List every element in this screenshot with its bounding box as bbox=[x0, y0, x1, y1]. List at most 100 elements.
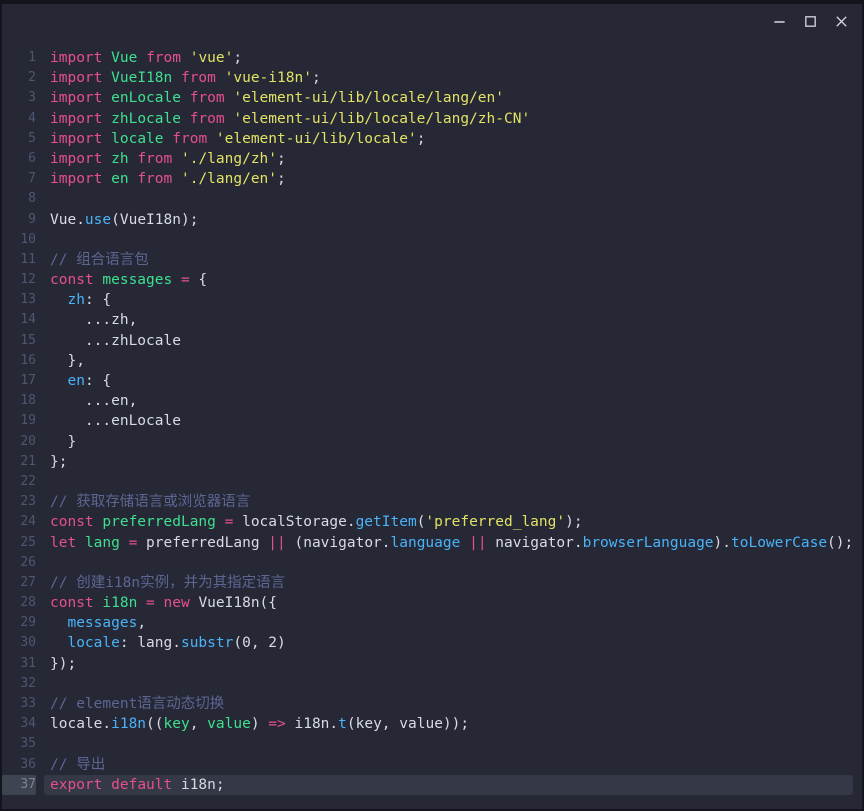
line-number[interactable]: 22 bbox=[2, 472, 36, 492]
code-line-text[interactable]: }; bbox=[44, 452, 853, 472]
token-pln: : { bbox=[84, 373, 112, 389]
code-line-text[interactable]: const i18n = new VueI18n({ bbox=[44, 593, 853, 613]
line-number[interactable]: 11 bbox=[2, 250, 36, 270]
line-number[interactable]: 7 bbox=[2, 169, 36, 189]
line-number[interactable]: 35 bbox=[2, 734, 36, 754]
minimize-icon bbox=[772, 14, 787, 29]
code-line-text[interactable]: messages, bbox=[44, 613, 853, 633]
line-number[interactable]: 2 bbox=[2, 68, 36, 88]
code-line-text[interactable]: }, bbox=[44, 351, 853, 371]
code-line-text[interactable]: locale.i18n((key, value) => i18n.t(key, … bbox=[44, 714, 853, 734]
code-line: 25 let lang = preferredLang || (navigator… bbox=[2, 533, 862, 553]
code-line-text[interactable]: import enLocale from 'element-ui/lib/loc… bbox=[44, 88, 853, 108]
code-line-text[interactable]: Vue.use(VueI18n); bbox=[44, 210, 853, 230]
line-number[interactable]: 21 bbox=[2, 452, 36, 472]
code-line-text[interactable]: import Vue from 'vue'; bbox=[44, 48, 853, 68]
token-kw: const bbox=[50, 514, 94, 531]
line-number[interactable]: 19 bbox=[2, 411, 36, 431]
line-number[interactable]: 27 bbox=[2, 573, 36, 593]
code-line-text[interactable]: let lang = preferredLang || (navigator.l… bbox=[44, 533, 853, 553]
code-line-text[interactable] bbox=[44, 189, 853, 209]
token-pln bbox=[181, 90, 190, 106]
line-number[interactable]: 6 bbox=[2, 149, 36, 169]
line-number[interactable]: 3 bbox=[2, 88, 36, 108]
line-number[interactable]: 34 bbox=[2, 714, 36, 734]
line-number[interactable]: 1 bbox=[2, 48, 36, 68]
code-line-text[interactable]: // element语言动态切换 bbox=[44, 694, 853, 714]
line-number[interactable]: 20 bbox=[2, 432, 36, 452]
code-line-text[interactable]: const messages = { bbox=[44, 270, 853, 290]
code-line-text[interactable] bbox=[44, 734, 853, 754]
line-number[interactable]: 23 bbox=[2, 492, 36, 512]
code-line-text[interactable] bbox=[44, 674, 853, 694]
token-pln bbox=[102, 50, 111, 66]
line-number[interactable]: 9 bbox=[2, 210, 36, 230]
line-number[interactable]: 36 bbox=[2, 755, 36, 775]
code-line-text[interactable]: ...en, bbox=[44, 391, 853, 411]
line-number[interactable]: 28 bbox=[2, 593, 36, 613]
close-button[interactable] bbox=[833, 13, 850, 30]
code-line-text[interactable]: import en from './lang/en'; bbox=[44, 169, 853, 189]
code-line-text[interactable]: en: { bbox=[44, 371, 853, 391]
code-line-text[interactable] bbox=[44, 230, 853, 250]
token-kw: from bbox=[137, 150, 173, 167]
token-pln: ; bbox=[416, 130, 426, 147]
code-line-text[interactable]: import zh from './lang/zh'; bbox=[44, 149, 853, 169]
code-line-text[interactable]: locale: lang.substr(0, 2) bbox=[44, 633, 853, 653]
code-line-text[interactable]: // 导出 bbox=[44, 755, 853, 775]
line-number[interactable]: 32 bbox=[2, 674, 36, 694]
line-number[interactable]: 5 bbox=[2, 129, 36, 149]
token-pln: { bbox=[189, 272, 208, 289]
code-line: 3 import enLocale from 'element-ui/lib/lo… bbox=[2, 88, 862, 108]
code-line-text[interactable]: const preferredLang = localStorage.getIt… bbox=[44, 512, 853, 532]
line-number[interactable]: 33 bbox=[2, 694, 36, 714]
code-line-text[interactable]: import locale from 'element-ui/lib/local… bbox=[44, 129, 853, 149]
maximize-button[interactable] bbox=[802, 13, 819, 30]
minimize-button[interactable] bbox=[771, 13, 788, 30]
code-line-text[interactable]: } bbox=[44, 432, 853, 452]
token-kw: = bbox=[180, 272, 190, 289]
code-line-text[interactable] bbox=[44, 472, 853, 492]
close-icon bbox=[834, 14, 849, 29]
token-kw: from bbox=[180, 70, 216, 87]
code-line: 11 // 组合语言包 bbox=[2, 250, 862, 270]
token-pln: (key, value)); bbox=[346, 716, 470, 733]
line-number[interactable]: 26 bbox=[2, 553, 36, 573]
line-number[interactable]: 24 bbox=[2, 512, 36, 532]
code-line-text[interactable]: zh: { bbox=[44, 290, 853, 310]
code-line-text[interactable]: // 获取存储语言或浏览器语言 bbox=[44, 492, 853, 512]
token-str: 'vue' bbox=[189, 50, 234, 66]
line-number[interactable]: 31 bbox=[2, 654, 36, 674]
line-number[interactable]: 18 bbox=[2, 391, 36, 411]
code-line-text[interactable]: // 创建i18n实例，并为其指定语言 bbox=[44, 573, 853, 593]
line-number[interactable]: 12 bbox=[2, 270, 36, 290]
code-line-text[interactable]: ...zh, bbox=[44, 310, 853, 330]
line-number[interactable]: 10 bbox=[2, 230, 36, 250]
window-controls bbox=[771, 13, 850, 30]
token-kw: || bbox=[469, 534, 487, 551]
code-line-text[interactable]: }); bbox=[44, 654, 853, 674]
line-number[interactable]: 17 bbox=[2, 371, 36, 391]
code-line-text[interactable]: import zhLocale from 'element-ui/lib/loc… bbox=[44, 109, 853, 129]
token-pln: navigator. bbox=[486, 534, 583, 551]
line-number[interactable]: 15 bbox=[2, 331, 36, 351]
line-number[interactable]: 29 bbox=[2, 613, 36, 633]
line-number[interactable]: 13 bbox=[2, 290, 36, 310]
code-line-text[interactable] bbox=[44, 553, 853, 573]
code-line: 26 bbox=[2, 553, 862, 573]
line-number[interactable]: 8 bbox=[2, 189, 36, 209]
line-number[interactable]: 30 bbox=[2, 633, 36, 653]
code-line-text[interactable]: export default i18n; bbox=[44, 774, 853, 795]
code-line-text[interactable]: // 组合语言包 bbox=[44, 250, 853, 270]
line-number[interactable]: 4 bbox=[2, 109, 36, 129]
code-line: 13 zh: { bbox=[2, 290, 862, 310]
token-str: 'element-ui/lib/locale/lang/zh-CN' bbox=[233, 110, 531, 127]
code-line-text[interactable]: ...enLocale bbox=[44, 411, 853, 431]
line-number[interactable]: 37 bbox=[2, 774, 36, 795]
code-line-text[interactable]: import VueI18n from 'vue-i18n'; bbox=[44, 68, 853, 88]
code-editor[interactable]: 1 import Vue from 'vue'; 2 import VueI18n f… bbox=[2, 40, 862, 795]
line-number[interactable]: 14 bbox=[2, 310, 36, 330]
line-number[interactable]: 16 bbox=[2, 351, 36, 371]
code-line-text[interactable]: ...zhLocale bbox=[44, 331, 853, 351]
line-number[interactable]: 25 bbox=[2, 533, 36, 553]
